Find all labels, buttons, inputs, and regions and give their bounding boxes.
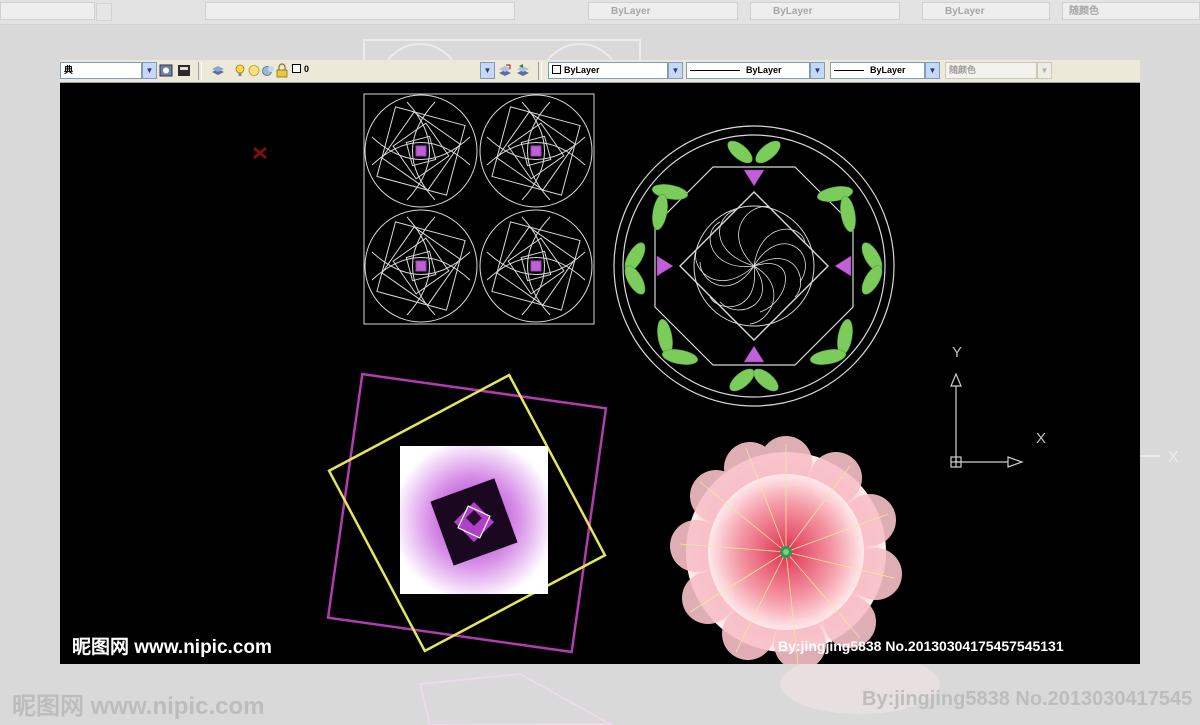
rotated-squares-pattern[interactable]: [326, 372, 608, 654]
lock-icon[interactable]: [274, 62, 290, 79]
text-style-select[interactable]: 典: [60, 62, 142, 79]
linetype-control-select[interactable]: ByLayer: [686, 62, 810, 79]
linetype-preview: [690, 70, 740, 72]
color-control-value: ByLayer: [564, 65, 600, 75]
layers-stack-icon[interactable]: [210, 62, 226, 79]
bg-dropdown-arrow-icon: [96, 3, 112, 21]
color-control-select[interactable]: ByLayer: [548, 62, 668, 79]
watermark-credit: By:jingjing5838 No.20130304175457545131: [778, 638, 1064, 654]
bg-style-field: [0, 2, 95, 20]
plotstyle-control-select: 随颜色: [945, 62, 1037, 79]
ucs-icon: [950, 372, 1024, 468]
layer-manager-icon[interactable]: [158, 62, 174, 79]
drawing-canvas[interactable]: [60, 82, 1140, 664]
toolbar-separator: [198, 62, 202, 80]
lineweight-preview: [834, 70, 864, 72]
linetype-dropdown-arrow-icon[interactable]: ▼: [810, 62, 825, 79]
lineweight-control-select[interactable]: ByLayer: [830, 62, 925, 79]
lineweight-control-value: ByLayer: [870, 65, 906, 75]
dropdown-arrow-icon[interactable]: ▼: [142, 62, 157, 79]
layer-dropdown-arrow-icon[interactable]: ▼: [480, 62, 495, 79]
circle-grid-pattern[interactable]: [363, 93, 595, 325]
bg-plotstyle-field: 随颜色: [1062, 2, 1200, 20]
lineweight-dropdown-arrow-icon[interactable]: ▼: [925, 62, 940, 79]
bg-lineweight-field: ByLayer: [922, 2, 1050, 20]
background-watermark-site: 昵图网 www.nipic.com: [12, 693, 265, 720]
toolbar-separator: [538, 62, 542, 80]
ucs-x-label: X: [1036, 430, 1047, 447]
color-swatch-icon: [292, 64, 301, 73]
color-dropdown-arrow-icon[interactable]: ▼: [668, 62, 683, 79]
bg-color-field: ByLayer: [588, 2, 738, 20]
octagon-rosette-pattern[interactable]: [613, 125, 895, 407]
layer-name-value: 0: [304, 64, 310, 74]
ucs-y-label: Y: [952, 344, 963, 361]
bg-layer-field: [205, 2, 515, 20]
layer-previous-icon[interactable]: [515, 62, 531, 79]
marker-point: [253, 146, 267, 160]
cad-window: 典 ▼ 0 ▼ ByLayer ▼ ByLayer ▼ ByLayer ▼ 随颜…: [60, 60, 1140, 664]
make-layer-current-icon[interactable]: [497, 62, 513, 79]
layer-state-icon[interactable]: [176, 62, 192, 79]
watermark-site: 昵图网 www.nipic.com: [72, 637, 272, 658]
bg-linetype-field: ByLayer: [750, 2, 900, 20]
svg-text:X: X: [1168, 449, 1179, 466]
background-toolbar: ByLayer ByLayer ByLayer 随颜色: [0, 0, 1200, 25]
plotstyle-dropdown-arrow-icon: ▼: [1037, 62, 1052, 79]
properties-toolbar: 典 ▼ 0 ▼ ByLayer ▼ ByLayer ▼ ByLayer ▼ 随颜…: [60, 60, 1140, 83]
pink-flower-pattern[interactable]: [670, 436, 902, 664]
layer-name-select[interactable]: 0: [290, 62, 480, 79]
color-swatch-icon: [552, 65, 561, 74]
linetype-control-value: ByLayer: [746, 65, 782, 75]
background-watermark-credit: By:jingjing5838 No.2013030417545: [862, 688, 1193, 710]
